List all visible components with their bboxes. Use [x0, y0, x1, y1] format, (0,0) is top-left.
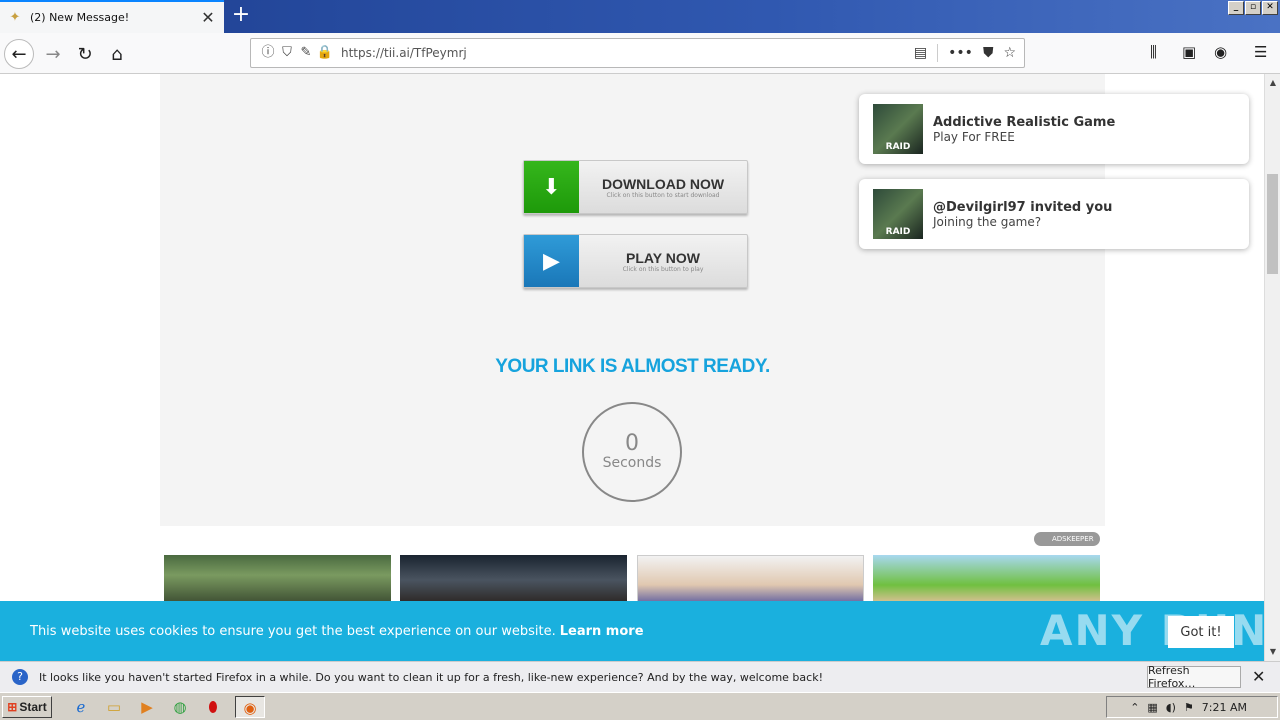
maximize-button[interactable]: ▫: [1245, 1, 1261, 15]
scroll-up-icon[interactable]: ▲: [1265, 76, 1280, 90]
timer-value: 0: [625, 431, 639, 456]
reload-icon: ↻: [77, 43, 93, 65]
play-label: PLAY NOW: [626, 249, 700, 266]
refresh-firefox-button[interactable]: Refresh Firefox…: [1147, 664, 1241, 690]
page-scrollbar[interactable]: ▲ ▼: [1264, 74, 1280, 661]
ad-image[interactable]: [637, 555, 864, 605]
network-icon[interactable]: ▦: [1147, 701, 1157, 714]
anyrun-watermark: ANY RUN: [1040, 606, 1269, 655]
folder-icon[interactable]: ▭: [103, 696, 125, 718]
new-tab-button[interactable]: +: [230, 4, 252, 28]
home-icon: ⌂: [111, 43, 123, 65]
download-label: DOWNLOAD NOW: [601, 175, 725, 192]
notification-text: Play For FREE: [933, 129, 1015, 144]
windows-logo-icon: ⊞: [7, 699, 18, 714]
notification-title: @Devilgirl97 invited you: [933, 199, 1113, 215]
download-arrow-icon: ⬇: [524, 161, 579, 213]
tab-active[interactable]: ✦ (2) New Message! ✕: [0, 0, 224, 33]
adskeeper-logo[interactable]: ADSKEEPER: [1034, 532, 1100, 546]
shield-icon[interactable]: ⛉: [278, 44, 296, 62]
forward-button[interactable]: →: [38, 39, 68, 69]
info-icon[interactable]: ⓘ: [259, 44, 277, 62]
menu-icon[interactable]: ☰: [1254, 43, 1267, 61]
link-ready-heading: YOUR LINK IS ALMOST READY.: [495, 356, 770, 377]
learn-more-link[interactable]: Learn more: [560, 624, 644, 639]
tab-title: (2) New Message!: [30, 11, 130, 24]
reader-view-icon[interactable]: ▤: [914, 45, 927, 61]
timer-label: Seconds: [602, 455, 662, 471]
minimize-button[interactable]: _: [1228, 1, 1244, 15]
permissions-icon[interactable]: ✎: [297, 44, 315, 62]
notification-title: Addictive Realistic Game: [933, 114, 1116, 130]
countdown-timer: 0 Seconds: [582, 402, 682, 502]
home-button[interactable]: ⌂: [102, 39, 132, 69]
arrow-right-icon: →: [45, 43, 61, 65]
ad-image[interactable]: [873, 555, 1100, 605]
library-icon[interactable]: ⫼: [1150, 43, 1157, 61]
pocket-icon[interactable]: ⛊: [983, 45, 994, 61]
firefox-notification-text: It looks like you haven't started Firefo…: [39, 670, 823, 684]
notification-text: Joining the game?: [933, 214, 1042, 229]
play-now-button[interactable]: ▶ PLAY NOW Click on this button to play: [523, 234, 748, 288]
reload-button[interactable]: ↻: [70, 39, 100, 69]
tab-close-icon[interactable]: ✕: [200, 8, 216, 27]
system-tray: ⌃ ▦ ◖) ⚑ 7:21 AM: [1106, 696, 1278, 718]
chrome-icon[interactable]: ◍: [169, 696, 191, 718]
internet-explorer-icon[interactable]: ℯ: [70, 696, 92, 718]
got-it-button[interactable]: Got it!: [1168, 616, 1234, 648]
lock-icon[interactable]: 🔒: [316, 44, 334, 62]
play-sublabel: Click on this button to play: [622, 265, 704, 273]
firefox-notification-bar: ? It looks like you haven't started Fire…: [0, 661, 1280, 692]
window-close-button[interactable]: ✕: [1262, 1, 1278, 15]
sidebar-icon[interactable]: ▣: [1182, 43, 1196, 61]
cookie-text: This website uses cookies to ensure you …: [30, 623, 556, 639]
start-button[interactable]: ⊞ Start: [2, 695, 52, 718]
play-icon: ▶: [524, 235, 579, 287]
volume-icon[interactable]: ◖): [1166, 701, 1176, 714]
notification-card[interactable]: RAID Addictive Realistic Game Play For F…: [859, 94, 1249, 164]
url-separator: [937, 44, 939, 62]
clock[interactable]: 7:21 AM: [1202, 701, 1247, 714]
start-label: Start: [19, 699, 47, 714]
close-icon[interactable]: ✕: [1252, 667, 1265, 686]
media-player-icon[interactable]: ▶: [136, 696, 158, 718]
firefox-icon[interactable]: ◉: [235, 695, 265, 718]
tab-bar: ✦ (2) New Message! ✕ + _ ▫ ✕: [0, 0, 1280, 33]
game-thumbnail: RAID: [873, 189, 923, 239]
windows-taskbar: ⊞ Start ℯ ▭ ▶ ◍ ⬮ ◉ ⌃ ▦ ◖) ⚑ 7:21 AM: [0, 692, 1280, 720]
ad-image[interactable]: [400, 555, 627, 605]
download-now-button[interactable]: ⬇ DOWNLOAD NOW Click on this button to s…: [523, 160, 748, 214]
flag-icon[interactable]: ⚑: [1184, 701, 1194, 714]
ad-image[interactable]: [164, 555, 391, 605]
download-sublabel: Click on this button to start download: [606, 191, 720, 199]
back-button[interactable]: ←: [4, 39, 34, 69]
window-controls: _ ▫ ✕: [1228, 1, 1278, 15]
notification-card[interactable]: RAID @Devilgirl97 invited you Joining th…: [859, 179, 1249, 249]
page-viewport: ⬇ DOWNLOAD NOW Click on this button to s…: [0, 74, 1264, 661]
question-icon: ?: [12, 669, 28, 685]
game-thumbnail: RAID: [873, 104, 923, 154]
bookmark-star-icon[interactable]: ☆: [1003, 45, 1016, 61]
tray-expand-icon[interactable]: ⌃: [1130, 701, 1139, 714]
navigation-bar: ← → ↻ ⌂ ⓘ ⛉ ✎ 🔒 https://tii.ai/TfPeymrj …: [0, 33, 1280, 74]
opera-icon[interactable]: ⬮: [202, 696, 224, 718]
page-actions-icon[interactable]: •••: [948, 45, 973, 61]
arrow-left-icon: ←: [11, 43, 27, 65]
url-text[interactable]: https://tii.ai/TfPeymrj: [341, 46, 914, 60]
account-icon[interactable]: ◉: [1214, 43, 1227, 61]
url-bar[interactable]: ⓘ ⛉ ✎ 🔒 https://tii.ai/TfPeymrj ▤ ••• ⛊ …: [250, 38, 1025, 68]
favicon-icon: ✦: [9, 9, 21, 25]
scrollbar-thumb[interactable]: [1267, 174, 1278, 274]
